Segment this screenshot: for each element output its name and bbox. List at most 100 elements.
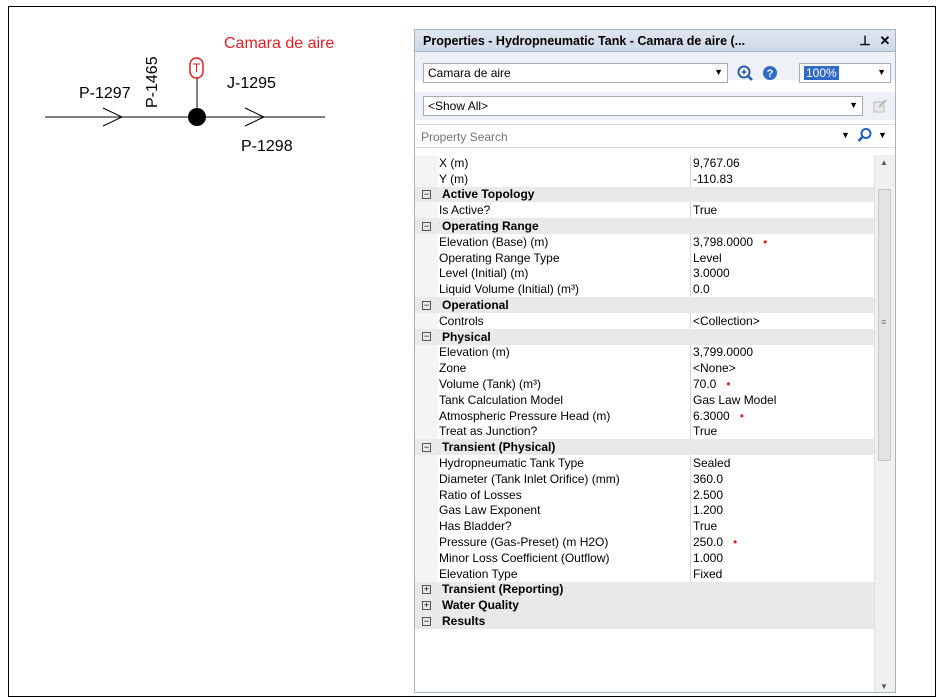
property-name: Atmospheric Pressure Head (m) bbox=[439, 408, 611, 423]
row-gutter bbox=[415, 534, 438, 550]
property-value[interactable]: 2.500 bbox=[691, 488, 875, 502]
property-name: Diameter (Tank Inlet Orifice) (mm) bbox=[439, 471, 620, 486]
property-row[interactable]: Elevation (m) 3,799.0000 bbox=[415, 344, 875, 361]
filter-select[interactable]: <Show All> ▼ bbox=[423, 96, 863, 116]
svg-text:?: ? bbox=[767, 68, 774, 80]
property-value-text: 1.000 bbox=[693, 550, 724, 565]
scroll-down-icon[interactable]: ▼ bbox=[880, 682, 888, 691]
property-name: X (m) bbox=[439, 155, 469, 170]
element-select[interactable]: Camara de aire ▼ bbox=[423, 63, 728, 83]
property-value[interactable]: 70.0 • bbox=[691, 377, 875, 391]
property-row[interactable]: Ratio of Losses 2.500 bbox=[415, 486, 875, 503]
property-value[interactable]: 1.200 bbox=[691, 503, 875, 517]
property-value-text: 250.0 bbox=[693, 535, 724, 550]
property-row[interactable]: Volume (Tank) (m³) 70.0 • bbox=[415, 376, 875, 392]
property-row[interactable]: Tank Calculation Model Gas Law Model bbox=[415, 391, 875, 408]
property-value[interactable]: True bbox=[691, 519, 875, 533]
property-value[interactable]: -110.83 bbox=[691, 172, 875, 186]
row-gutter: + bbox=[415, 581, 438, 598]
chevron-down-icon[interactable]: ▼ bbox=[841, 130, 850, 140]
property-row[interactable]: Level (Initial) (m) 3.0000 bbox=[415, 265, 875, 282]
property-value[interactable]: Sealed bbox=[691, 456, 875, 470]
property-row[interactable]: Is Active? True bbox=[415, 202, 875, 219]
zoom-select-value: 100% bbox=[804, 66, 839, 80]
property-value[interactable]: Fixed bbox=[691, 567, 875, 581]
property-value[interactable]: 3,798.0000 • bbox=[691, 235, 875, 249]
category-row[interactable]: − Operational bbox=[415, 297, 875, 313]
property-row[interactable]: Diameter (Tank Inlet Orifice) (mm) 360.0 bbox=[415, 470, 875, 487]
property-value[interactable]: 1.000 bbox=[691, 551, 875, 565]
property-value[interactable]: 6.3000 • bbox=[691, 409, 875, 423]
row-gutter: − bbox=[415, 613, 438, 629]
category-row[interactable]: − Results bbox=[415, 613, 875, 629]
property-name: Gas Law Exponent bbox=[439, 503, 541, 518]
property-row[interactable]: Atmospheric Pressure Head (m) 6.3000 • bbox=[415, 407, 875, 424]
collapse-icon[interactable]: − bbox=[422, 332, 431, 342]
property-row[interactable]: Elevation Type Fixed bbox=[415, 565, 875, 582]
search-icon[interactable] bbox=[857, 127, 873, 146]
hydropneumatic-tank-icon[interactable] bbox=[189, 57, 204, 79]
category-label: Operational bbox=[442, 298, 509, 313]
property-value-text: 9,767.06 bbox=[693, 155, 740, 170]
property-row[interactable]: Hydropneumatic Tank Type Sealed bbox=[415, 455, 875, 471]
property-row[interactable]: X (m) 9,767.06 bbox=[415, 155, 875, 171]
panel-titlebar[interactable]: Properties - Hydropneumatic Tank - Camar… bbox=[415, 30, 895, 52]
property-value[interactable]: True bbox=[691, 203, 875, 217]
category-label: Transient (Reporting) bbox=[442, 582, 564, 597]
chevron-down-icon: ▼ bbox=[877, 67, 886, 77]
scrollbar-thumb[interactable]: ≡ bbox=[878, 189, 891, 461]
zoom-select[interactable]: 100% ▼ bbox=[799, 63, 891, 83]
edit-icon[interactable] bbox=[870, 96, 890, 116]
collapse-icon[interactable]: − bbox=[422, 616, 431, 626]
category-row[interactable]: + Water Quality bbox=[415, 597, 875, 614]
property-name: Treat as Junction? bbox=[439, 424, 538, 439]
category-row[interactable]: − Operating Range bbox=[415, 218, 875, 234]
property-value[interactable]: Gas Law Model bbox=[691, 393, 875, 407]
property-name: Volume (Tank) (m³) bbox=[439, 377, 542, 392]
help-icon[interactable]: ? bbox=[760, 63, 780, 83]
collapse-icon[interactable]: − bbox=[422, 189, 431, 199]
property-value-text: 0.0 bbox=[693, 282, 710, 297]
expand-icon[interactable]: + bbox=[422, 584, 431, 594]
collapse-icon[interactable]: − bbox=[422, 442, 431, 452]
property-value[interactable]: Level bbox=[691, 251, 875, 265]
property-row[interactable]: Liquid Volume (Initial) (m³) 0.0 bbox=[415, 281, 875, 298]
property-value[interactable]: 3,799.0000 bbox=[691, 345, 875, 359]
property-value[interactable]: 9,767.06 bbox=[691, 156, 875, 170]
property-search-input[interactable] bbox=[419, 128, 843, 146]
collapse-icon[interactable]: − bbox=[422, 300, 431, 310]
expand-icon[interactable]: + bbox=[422, 600, 431, 610]
category-row[interactable]: − Transient (Physical) bbox=[415, 439, 875, 456]
property-row[interactable]: Elevation (Base) (m) 3,798.0000 • bbox=[415, 233, 875, 250]
property-value[interactable]: 250.0 • bbox=[691, 535, 875, 549]
collapse-icon[interactable]: − bbox=[422, 221, 431, 231]
property-row[interactable]: Treat as Junction? True bbox=[415, 423, 875, 440]
property-row[interactable]: Controls <Collection> bbox=[415, 312, 875, 329]
category-row[interactable]: + Transient (Reporting) bbox=[415, 581, 875, 598]
property-row[interactable]: Zone <None> bbox=[415, 360, 875, 377]
property-row[interactable]: Has Bladder? True bbox=[415, 518, 875, 535]
property-value-text: True bbox=[693, 203, 718, 218]
property-name: Elevation Type bbox=[439, 566, 518, 581]
category-row[interactable]: − Physical bbox=[415, 328, 875, 345]
property-value[interactable]: 0.0 bbox=[691, 282, 875, 296]
property-value[interactable]: 3.0000 bbox=[691, 266, 875, 280]
chevron-down-icon[interactable]: ▼ bbox=[878, 130, 887, 140]
junction-j1295[interactable] bbox=[188, 108, 206, 126]
zoom-to-icon[interactable] bbox=[735, 63, 755, 83]
property-row[interactable]: Y (m) -110.83 bbox=[415, 170, 875, 187]
property-name: Level (Initial) (m) bbox=[439, 266, 529, 281]
property-row[interactable]: Gas Law Exponent 1.200 bbox=[415, 502, 875, 519]
property-value[interactable]: True bbox=[691, 424, 875, 438]
property-row[interactable]: Minor Loss Coefficient (Outflow) 1.000 bbox=[415, 549, 875, 566]
property-value[interactable]: 360.0 bbox=[691, 472, 875, 486]
category-row[interactable]: − Active Topology bbox=[415, 186, 875, 203]
property-row[interactable]: Pressure (Gas-Preset) (m H2O) 250.0 • bbox=[415, 534, 875, 550]
property-row[interactable]: Operating Range Type Level bbox=[415, 249, 875, 266]
property-value[interactable]: <None> bbox=[691, 361, 875, 375]
scroll-up-icon[interactable]: ▲ bbox=[880, 158, 888, 167]
close-icon[interactable]: ✕ bbox=[875, 33, 895, 49]
pin-icon[interactable]: ⊥ bbox=[855, 33, 875, 49]
grid-scrollbar[interactable]: ▲ ≡ ▼ bbox=[874, 155, 895, 692]
property-value[interactable]: <Collection> bbox=[691, 314, 875, 328]
